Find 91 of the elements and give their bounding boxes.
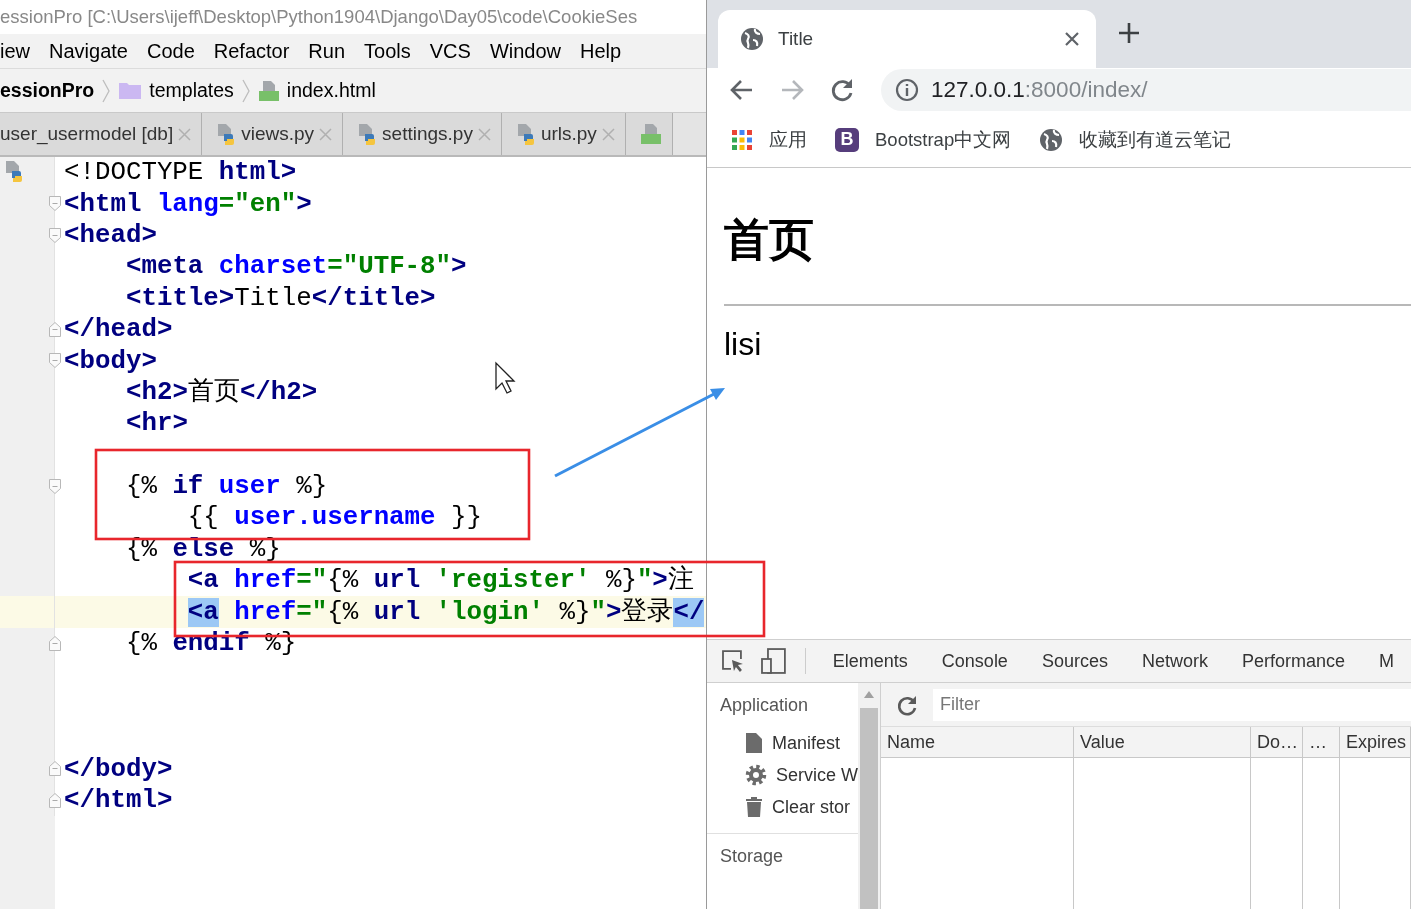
browser-tab[interactable]: Title <box>718 10 1096 68</box>
python-file-icon <box>4 160 24 182</box>
python-file-icon <box>515 123 536 145</box>
editor-tab[interactable]: urls.py <box>501 113 626 155</box>
devtools-tab[interactable]: Console <box>924 641 1025 681</box>
html-file-icon <box>639 123 662 145</box>
document-icon <box>745 732 763 754</box>
globe-icon <box>1039 127 1064 152</box>
menu-item[interactable]: iew <box>0 39 30 63</box>
menu-item[interactable]: VCS <box>429 39 471 63</box>
mouse-pointer-icon <box>495 361 516 394</box>
menu-item[interactable]: Refactor <box>213 39 290 63</box>
scroll-up-icon[interactable] <box>864 691 874 698</box>
bookmark-link[interactable]: 应用 <box>731 127 807 152</box>
menu-item[interactable]: Window <box>489 39 562 63</box>
column-header[interactable]: Expires <box>1340 727 1411 758</box>
sidebar-item[interactable]: Service W <box>707 759 858 791</box>
editor-tab[interactable] <box>625 113 673 155</box>
code-line: <meta charset="UTF-8"> <box>124 251 467 283</box>
column-header[interactable]: Value <box>1074 727 1251 758</box>
fold-marker-icon[interactable] <box>49 792 61 808</box>
url-text: 127.0.0.1:8000/index/ <box>931 77 1148 103</box>
fold-marker-icon[interactable] <box>49 478 61 494</box>
menu-item[interactable]: Code <box>146 39 195 63</box>
sidebar-item[interactable]: Manifest <box>707 727 858 759</box>
code-line: <h2>首页</h2> <box>124 376 318 408</box>
scroll-thumb[interactable] <box>860 708 878 909</box>
device-icon[interactable] <box>760 648 787 674</box>
code-line: <a href="{% url 'register' %}">注 <box>186 565 694 597</box>
code-line: </body> <box>63 753 173 785</box>
close-icon[interactable] <box>1064 31 1080 47</box>
devtools-tab[interactable]: M <box>1362 641 1411 681</box>
fold-marker-icon[interactable] <box>49 761 61 777</box>
code-line: <head> <box>63 219 157 251</box>
editor-tab[interactable]: views.py <box>202 113 344 155</box>
python-file-icon <box>357 123 378 145</box>
devtools-tab[interactable]: Elements <box>815 641 925 681</box>
code-line: <hr> <box>124 408 188 440</box>
fold-marker-icon[interactable] <box>49 196 61 212</box>
section-heading: Application <box>720 694 809 716</box>
menu-item[interactable]: Navigate <box>49 39 128 63</box>
trash-icon <box>745 796 763 818</box>
code-line: </head> <box>63 314 173 346</box>
section-heading: Storage <box>720 845 784 867</box>
menu-item[interactable]: Tools <box>364 39 411 63</box>
breadcrumb-item[interactable]: index.html <box>286 79 376 102</box>
code-line: </html> <box>63 785 173 816</box>
globe-icon <box>740 27 764 51</box>
code-line: <!DOCTYPE html> <box>63 157 297 189</box>
bookmark-link[interactable]: 收藏到有道云笔记 <box>1039 127 1232 152</box>
fold-marker-icon[interactable] <box>49 227 61 243</box>
chevron-icon <box>101 77 112 104</box>
column-header[interactable]: Name <box>881 727 1074 758</box>
editor-tab[interactable]: user_usermodel [db] <box>0 113 203 155</box>
devtools-tab[interactable]: Network <box>1124 641 1225 681</box>
folder-icon <box>118 81 143 100</box>
gear-icon <box>745 764 767 786</box>
apps-grid-icon <box>731 128 753 151</box>
new-tab-icon[interactable] <box>1118 22 1140 44</box>
fold-marker-icon[interactable] <box>49 353 61 369</box>
bookmark-link[interactable]: B Bootstrap中文网 <box>835 127 1012 152</box>
inspect-icon[interactable] <box>721 649 745 673</box>
editor-tab[interactable]: settings.py <box>343 113 502 155</box>
chevron-icon <box>240 77 251 104</box>
breadcrumb-item[interactable]: templates <box>149 79 234 102</box>
info-icon[interactable] <box>895 78 919 102</box>
python-file-icon <box>216 123 237 145</box>
window-title: essionPro [C:\Users\ijeff\Desktop\Python1904\Django\Day05\code\CookieSes <box>0 6 638 28</box>
code-line: <title>Title</title> <box>124 282 436 314</box>
code-line: <html lang="en"> <box>63 188 312 220</box>
sidebar-item[interactable]: Clear stor <box>707 791 858 823</box>
page-text: lisi <box>724 326 762 362</box>
fold-marker-icon[interactable] <box>49 321 61 337</box>
site-logo-icon: B <box>835 127 859 152</box>
menu-item[interactable]: Run <box>308 39 346 63</box>
column-header[interactable]: … <box>1303 727 1340 758</box>
code-line: {% if user %} <box>124 471 328 503</box>
reload-icon[interactable] <box>829 77 855 103</box>
breadcrumb-item[interactable]: essionPro <box>0 79 95 102</box>
code-line: {{ user.username }} <box>186 502 482 534</box>
code-line: <body> <box>63 345 157 377</box>
filter-field[interactable]: Filter <box>933 688 1411 721</box>
page-heading: 首页 <box>724 214 814 266</box>
column-header[interactable]: Do… <box>1251 727 1303 758</box>
menu-item[interactable]: Help <box>580 39 622 63</box>
code-line: <a href="{% url 'login' %}">登录</ <box>186 596 705 628</box>
fold-marker-icon[interactable] <box>49 635 61 651</box>
devtools-tab[interactable]: Sources <box>1024 641 1125 681</box>
devtools-tab[interactable]: Performance <box>1224 641 1362 681</box>
address-bar[interactable]: 127.0.0.1:8000/index/ <box>881 69 1411 111</box>
html-file-icon <box>257 79 280 102</box>
